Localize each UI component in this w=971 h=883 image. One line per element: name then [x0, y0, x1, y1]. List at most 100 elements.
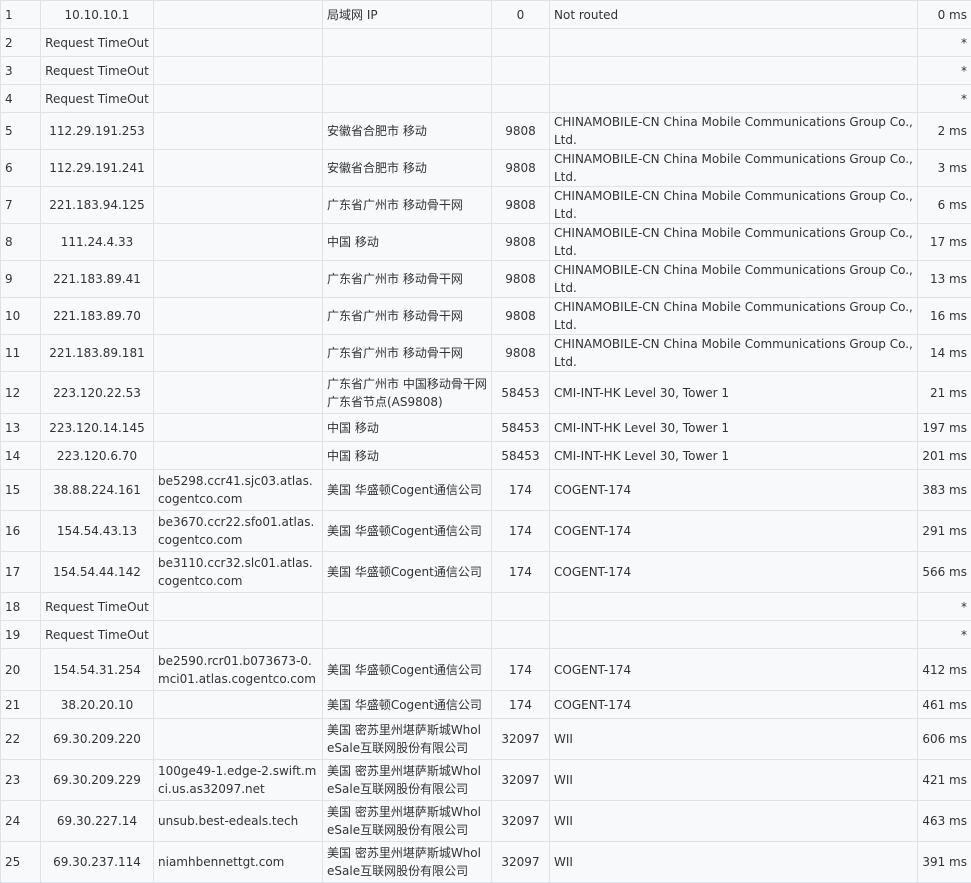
hop-number-cell: 19 — [1, 621, 41, 649]
location-cell: 美国 华盛顿Cogent通信公司 — [323, 511, 492, 552]
asn-cell — [492, 29, 550, 57]
ip-address-cell: 221.183.89.41 — [41, 261, 154, 298]
ip-address-cell: 221.183.94.125 — [41, 187, 154, 224]
organization-cell — [550, 85, 918, 113]
asn-cell — [492, 57, 550, 85]
hostname-cell — [154, 29, 323, 57]
latency-cell: 6 ms — [918, 187, 971, 224]
ip-address-cell: 223.120.22.53 — [41, 372, 154, 414]
location-cell: 广东省广州市 移动骨干网 — [323, 335, 492, 372]
organization-cell — [550, 57, 918, 85]
hop-number-cell: 12 — [1, 372, 41, 414]
organization-cell: COGENT-174 — [550, 511, 918, 552]
hop-number-cell: 24 — [1, 801, 41, 842]
organization-cell: COGENT-174 — [550, 552, 918, 593]
organization-cell: COGENT-174 — [550, 691, 918, 719]
asn-cell: 58453 — [492, 414, 550, 442]
hostname-cell — [154, 1, 323, 29]
ip-address-cell: 154.54.43.13 — [41, 511, 154, 552]
ip-address-cell: Request TimeOut — [41, 29, 154, 57]
ip-address-cell: Request TimeOut — [41, 593, 154, 621]
hostname-cell — [154, 224, 323, 261]
organization-cell: WII — [550, 842, 918, 883]
hostname-cell — [154, 261, 323, 298]
table-row: 110.10.10.1局域网 IP0Not routed0 ms — [1, 1, 971, 29]
location-cell: 广东省广州市 移动骨干网 — [323, 187, 492, 224]
asn-cell — [492, 621, 550, 649]
organization-cell: CHINAMOBILE-CN China Mobile Communicatio… — [550, 261, 918, 298]
table-row: 11221.183.89.181广东省广州市 移动骨干网9808CHINAMOB… — [1, 335, 971, 372]
latency-cell: * — [918, 57, 971, 85]
ip-address-cell: 112.29.191.241 — [41, 150, 154, 187]
hop-number-cell: 13 — [1, 414, 41, 442]
hop-number-cell: 8 — [1, 224, 41, 261]
hop-number-cell: 6 — [1, 150, 41, 187]
ip-address-cell: Request TimeOut — [41, 85, 154, 113]
table-row: 10221.183.89.70广东省广州市 移动骨干网9808CHINAMOBI… — [1, 298, 971, 335]
table-row: 2369.30.209.229100ge49-1.edge-2.swift.mc… — [1, 760, 971, 801]
latency-cell: 606 ms — [918, 719, 971, 760]
traceroute-table: 110.10.10.1局域网 IP0Not routed0 ms2Request… — [0, 0, 971, 883]
hop-number-cell: 21 — [1, 691, 41, 719]
organization-cell — [550, 29, 918, 57]
hostname-cell — [154, 335, 323, 372]
latency-cell: 13 ms — [918, 261, 971, 298]
hop-number-cell: 22 — [1, 719, 41, 760]
location-cell: 美国 华盛顿Cogent通信公司 — [323, 470, 492, 511]
asn-cell: 0 — [492, 1, 550, 29]
asn-cell — [492, 593, 550, 621]
hostname-cell — [154, 113, 323, 150]
location-cell: 安徽省合肥市 移动 — [323, 150, 492, 187]
table-row: 16154.54.43.13be3670.ccr22.sfo01.atlas.c… — [1, 511, 971, 552]
traceroute-rows: 110.10.10.1局域网 IP0Not routed0 ms2Request… — [1, 1, 971, 883]
latency-cell: 16 ms — [918, 298, 971, 335]
location-cell: 美国 华盛顿Cogent通信公司 — [323, 691, 492, 719]
hop-number-cell: 9 — [1, 261, 41, 298]
ip-address-cell: 154.54.31.254 — [41, 649, 154, 691]
asn-cell: 9808 — [492, 298, 550, 335]
ip-address-cell: 69.30.209.229 — [41, 760, 154, 801]
organization-cell: CHINAMOBILE-CN China Mobile Communicatio… — [550, 335, 918, 372]
hop-number-cell: 18 — [1, 593, 41, 621]
table-row: 5112.29.191.253安徽省合肥市 移动9808CHINAMOBILE-… — [1, 113, 971, 150]
location-cell: 中国 移动 — [323, 224, 492, 261]
latency-cell: 291 ms — [918, 511, 971, 552]
location-cell — [323, 57, 492, 85]
ip-address-cell: 10.10.10.1 — [41, 1, 154, 29]
asn-cell: 32097 — [492, 719, 550, 760]
table-row: 14223.120.6.70中国 移动58453CMI-INT-HK Level… — [1, 442, 971, 470]
table-row: 17154.54.44.142be3110.ccr32.slc01.atlas.… — [1, 552, 971, 593]
organization-cell — [550, 593, 918, 621]
hostname-cell — [154, 621, 323, 649]
location-cell: 美国 密苏里州堪萨斯城WholeSale互联网股份有限公司 — [323, 801, 492, 842]
hop-number-cell: 17 — [1, 552, 41, 593]
hop-number-cell: 11 — [1, 335, 41, 372]
location-cell: 安徽省合肥市 移动 — [323, 113, 492, 150]
ip-address-cell: Request TimeOut — [41, 621, 154, 649]
hostname-cell — [154, 414, 323, 442]
latency-cell: 412 ms — [918, 649, 971, 691]
hop-number-cell: 3 — [1, 57, 41, 85]
table-row: 7221.183.94.125广东省广州市 移动骨干网9808CHINAMOBI… — [1, 187, 971, 224]
table-row: 18Request TimeOut* — [1, 593, 971, 621]
location-cell: 广东省广州市 移动骨干网 — [323, 298, 492, 335]
organization-cell — [550, 621, 918, 649]
ip-address-cell: 69.30.227.14 — [41, 801, 154, 842]
hostname-cell: unsub.best-edeals.tech — [154, 801, 323, 842]
latency-cell: 566 ms — [918, 552, 971, 593]
latency-cell: 201 ms — [918, 442, 971, 470]
asn-cell — [492, 85, 550, 113]
table-row: 20154.54.31.254be2590.rcr01.b073673-0.mc… — [1, 649, 971, 691]
location-cell — [323, 85, 492, 113]
organization-cell: CHINAMOBILE-CN China Mobile Communicatio… — [550, 224, 918, 261]
asn-cell: 32097 — [492, 842, 550, 883]
latency-cell: 21 ms — [918, 372, 971, 414]
organization-cell: Not routed — [550, 1, 918, 29]
asn-cell: 174 — [492, 470, 550, 511]
hostname-cell — [154, 593, 323, 621]
organization-cell: COGENT-174 — [550, 470, 918, 511]
latency-cell: 3 ms — [918, 150, 971, 187]
asn-cell: 174 — [492, 552, 550, 593]
ip-address-cell: 38.88.224.161 — [41, 470, 154, 511]
table-row: 19Request TimeOut* — [1, 621, 971, 649]
